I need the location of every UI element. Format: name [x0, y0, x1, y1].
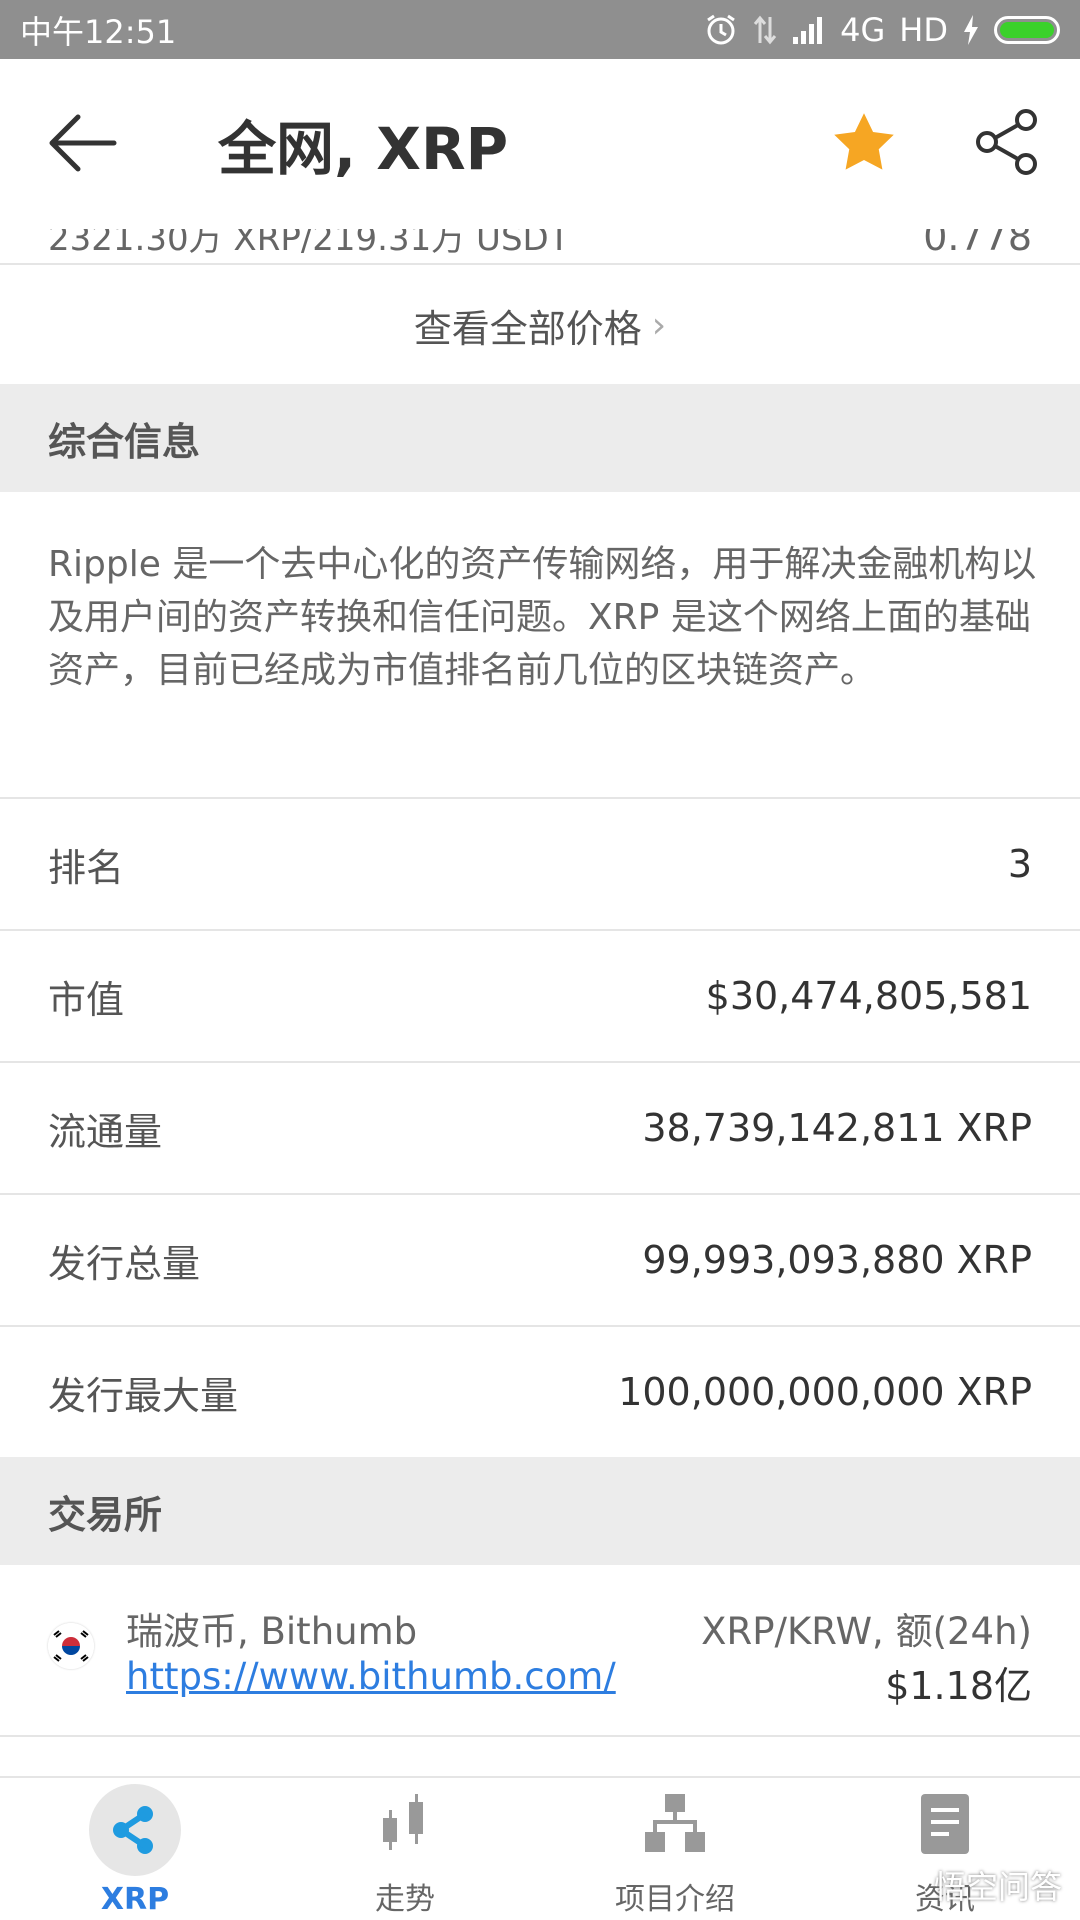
korea-flag-icon — [48, 1623, 94, 1669]
data-transfer-icon — [753, 15, 777, 44]
tab-label: 项目介绍 — [615, 1882, 735, 1917]
info-value: $30,474,805,581 — [705, 974, 1032, 1018]
watermark: 悟空问答 — [933, 1868, 1062, 1906]
partial-volume: 2321.30万 XRP/219.31万 USDT — [48, 229, 570, 259]
chevron-right-icon: › — [651, 304, 667, 346]
app-bar: 全网, XRP — [0, 59, 1080, 229]
tab-project-intro[interactable]: 项目介绍 — [540, 1778, 810, 1920]
status-time: 中午12:51 — [20, 12, 177, 51]
tab-trend[interactable]: 走势 — [270, 1778, 540, 1920]
info-row-total-supply: 发行总量 99,993,093,880 XRP — [0, 1193, 1080, 1325]
info-key: 发行总量 — [48, 1241, 201, 1286]
document-icon — [921, 1794, 969, 1854]
info-row-circulating-supply: 流通量 38,739,142,811 XRP — [0, 1061, 1080, 1193]
tab-label: 走势 — [375, 1882, 435, 1917]
view-all-label: 查看全部价格 — [413, 306, 642, 351]
tab-xrp[interactable]: XRP — [0, 1778, 270, 1920]
exchange-list-item[interactable]: 瑞波币, Bithumb https://www.bithumb.com/ XR… — [0, 1565, 1080, 1737]
share-icon[interactable] — [974, 107, 1040, 177]
info-value: 99,993,093,880 XRP — [642, 1238, 1032, 1282]
info-key: 市值 — [48, 977, 125, 1022]
section-header-exchanges: 交易所 — [0, 1457, 1080, 1565]
back-arrow-icon[interactable] — [48, 113, 118, 173]
price-row-partial: 2321.30万 XRP/219.31万 USDT 0.778 — [0, 229, 1080, 265]
section-header-overview: 综合信息 — [0, 384, 1080, 492]
alarm-icon — [707, 14, 735, 44]
info-row-rank: 排名 3 — [0, 797, 1080, 929]
exchange-volume: $1.18亿 — [885, 1664, 1032, 1708]
info-key: 发行最大量 — [48, 1373, 239, 1418]
view-all-prices-link[interactable]: 查看全部价格 › — [0, 266, 1080, 384]
signal-icon — [793, 16, 823, 44]
exchange-pair-label: XRP/KRW, 额(24h) — [701, 1610, 1032, 1653]
info-row-max-supply: 发行最大量 100,000,000,000 XRP — [0, 1325, 1080, 1457]
favorite-star-icon[interactable] — [830, 109, 898, 177]
project-description: Ripple 是一个去中心化的资产传输网络，用于解决金融机构以及用户间的资产转换… — [48, 544, 1037, 691]
candlestick-icon — [383, 1794, 423, 1850]
page-title: 全网, XRP — [218, 115, 509, 183]
partial-price: 0.778 — [923, 229, 1032, 259]
hierarchy-icon — [645, 1794, 705, 1852]
status-icons: 4G HD — [704, 11, 1060, 49]
xrp-logo-icon — [89, 1784, 181, 1876]
info-value: 3 — [1007, 842, 1032, 886]
status-bar: 中午12:51 4G HD — [0, 0, 1080, 59]
network-type: 4G — [840, 10, 886, 49]
info-key: 排名 — [48, 845, 125, 890]
info-key: 流通量 — [48, 1109, 163, 1154]
bottom-navigation: XRP 走势 项目介绍 资讯 — [0, 1776, 1080, 1920]
exchange-url-link[interactable]: https://www.bithumb.com/ — [126, 1655, 616, 1698]
info-value: 38,739,142,811 XRP — [642, 1106, 1032, 1150]
exchange-name: 瑞波币, Bithumb — [126, 1610, 418, 1653]
battery-icon — [994, 15, 1060, 44]
charging-icon — [964, 14, 978, 45]
info-row-market-cap: 市值 $30,474,805,581 — [0, 929, 1080, 1061]
info-value: 100,000,000,000 XRP — [618, 1370, 1032, 1414]
hd-indicator: HD — [899, 10, 948, 49]
tab-label: XRP — [100, 1882, 170, 1917]
